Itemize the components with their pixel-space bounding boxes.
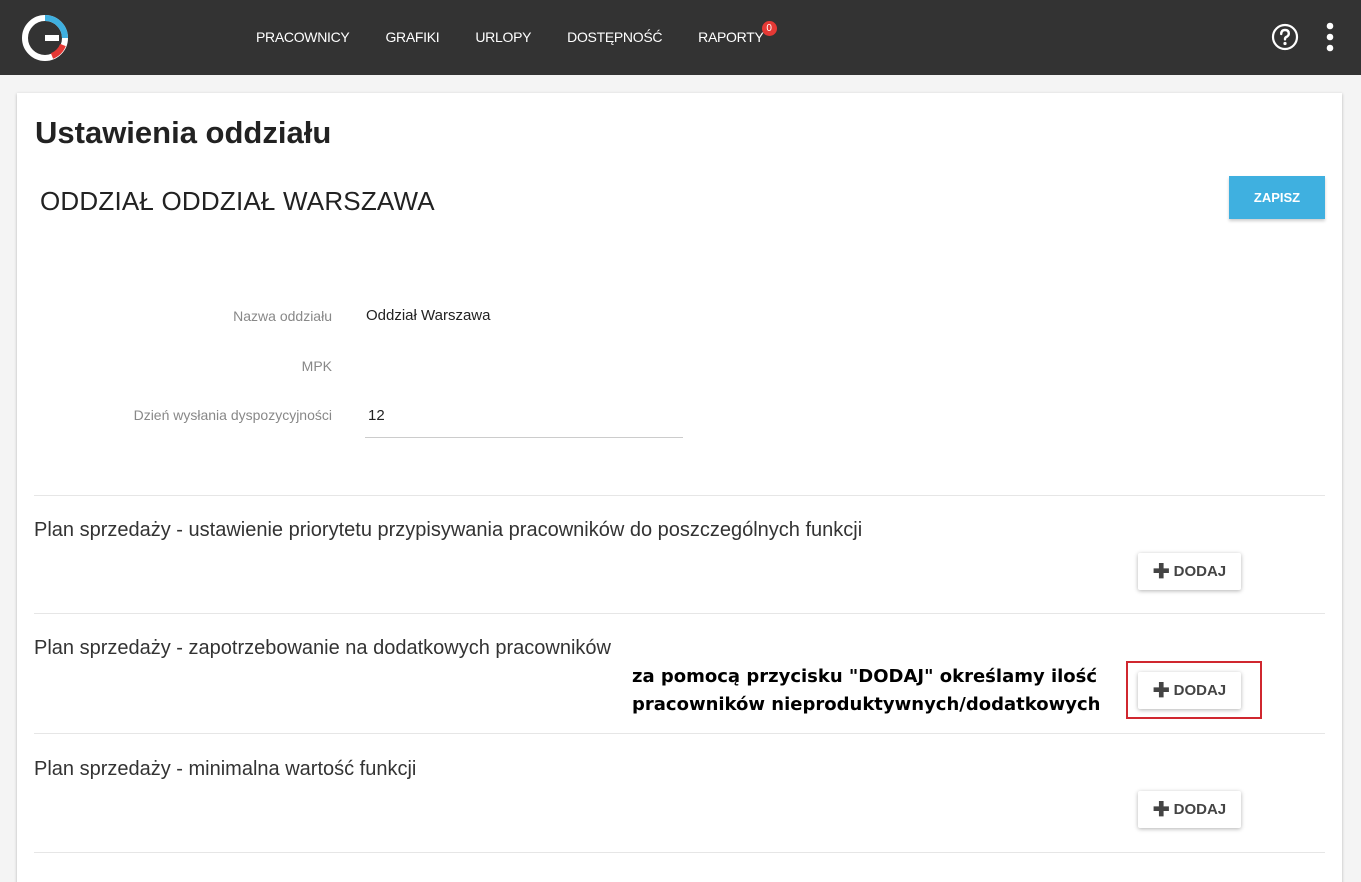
- plus-icon: ✚: [1152, 798, 1170, 821]
- availability-day-input[interactable]: 12: [368, 407, 385, 424]
- more-vertical-icon[interactable]: [1325, 22, 1335, 52]
- availability-day-label: Dzień wysłania dyspozycyjności: [133, 407, 332, 423]
- mpk-label: MPK: [301, 358, 332, 374]
- help-icon[interactable]: [1271, 23, 1299, 51]
- reports-count-badge: 0: [761, 21, 777, 36]
- branch-name-label: Nazwa oddziału: [233, 308, 332, 324]
- availability-day-underline: [365, 437, 683, 438]
- plus-icon: ✚: [1152, 679, 1170, 702]
- save-button[interactable]: ZAPISZ: [1229, 176, 1325, 219]
- top-navbar: PRACOWNICY GRAFIKI URLOPY DOSTĘPNOŚĆ RAP…: [0, 0, 1361, 75]
- page-title: Ustawienia oddziału: [35, 115, 332, 150]
- add-button-label: DODAJ: [1173, 801, 1227, 818]
- nav-item-dostepnosc[interactable]: DOSTĘPNOŚĆ: [567, 29, 662, 45]
- section-title-priority: Plan sprzedaży - ustawienie priorytetu p…: [34, 519, 863, 541]
- settings-card: Ustawienia oddziału ODDZIAŁ ODDZIAŁ WARS…: [17, 93, 1342, 882]
- annotation-line-1: za pomocą przycisku "DODAJ" określamy il…: [632, 666, 1098, 687]
- add-button-label: DODAJ: [1173, 563, 1227, 580]
- nav-item-raporty-label: RAPORTY: [698, 29, 764, 45]
- add-button-label: DODAJ: [1173, 682, 1227, 699]
- main-nav: PRACOWNICY GRAFIKI URLOPY DOSTĘPNOŚĆ RAP…: [256, 21, 800, 45]
- nav-item-raporty[interactable]: RAPORTY 0: [698, 21, 777, 45]
- divider: [34, 733, 1325, 734]
- add-extra-workers-button[interactable]: ✚ DODAJ: [1138, 672, 1241, 709]
- annotation-line-2: pracowników nieproduktywnych/dodatkowych: [632, 694, 1101, 715]
- section-title-extra-workers: Plan sprzedaży - zapotrzebowanie na doda…: [34, 637, 611, 659]
- divider: [34, 852, 1325, 853]
- nav-item-grafiki[interactable]: GRAFIKI: [385, 29, 439, 45]
- nav-item-pracownicy[interactable]: PRACOWNICY: [256, 29, 350, 45]
- add-priority-button[interactable]: ✚ DODAJ: [1138, 553, 1241, 590]
- nav-item-urlopy[interactable]: URLOPY: [475, 29, 531, 45]
- add-min-value-button[interactable]: ✚ DODAJ: [1138, 791, 1241, 828]
- plus-icon: ✚: [1152, 560, 1170, 583]
- branch-title: ODDZIAŁ ODDZIAŁ WARSZAWA: [40, 186, 435, 216]
- app-logo[interactable]: [22, 15, 68, 61]
- divider: [34, 613, 1325, 614]
- divider: [34, 495, 1325, 496]
- section-title-min-value: Plan sprzedaży - minimalna wartość funkc…: [34, 758, 417, 780]
- branch-name-value[interactable]: Oddział Warszawa: [366, 307, 490, 324]
